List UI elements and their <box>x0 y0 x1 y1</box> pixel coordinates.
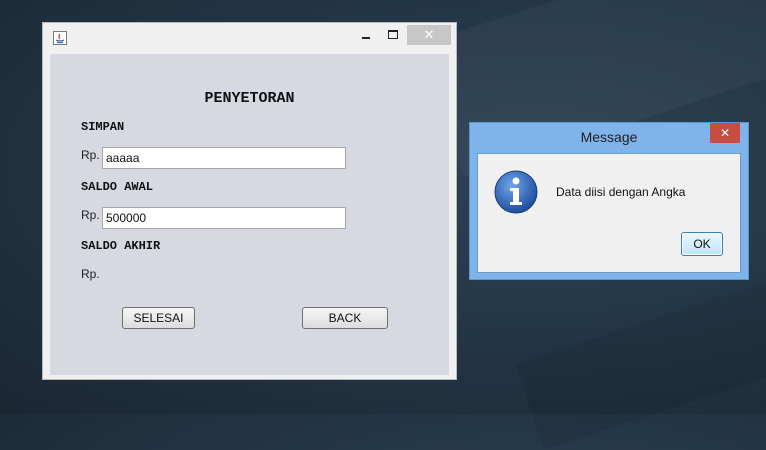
simpan-label: SIMPAN <box>81 120 125 134</box>
maximize-icon <box>388 30 398 39</box>
saldo-awal-input[interactable]: 500000 <box>102 207 346 229</box>
saldo-akhir-currency-label: Rp. <box>81 267 100 281</box>
selesai-button[interactable]: SELESAI <box>122 307 195 329</box>
info-icon <box>494 170 538 214</box>
title-bar[interactable]: ✕ <box>43 23 456 54</box>
dialog-title: Message <box>580 129 638 145</box>
simpan-currency-label: Rp. <box>81 148 100 162</box>
message-dialog: Message ✕ Data diisi dengan Angka OK <box>469 122 749 280</box>
simpan-input[interactable]: aaaaa <box>102 147 346 169</box>
dialog-body: Data diisi dengan Angka OK <box>477 153 741 273</box>
minimize-icon <box>362 37 370 39</box>
close-icon: ✕ <box>719 126 731 140</box>
ok-button[interactable]: OK <box>681 232 723 256</box>
close-button[interactable]: ✕ <box>407 25 451 45</box>
saldo-akhir-label: SALDO AKHIR <box>81 239 161 253</box>
java-app-icon[interactable] <box>53 31 67 45</box>
close-icon: ✕ <box>423 27 435 42</box>
dialog-message: Data diisi dengan Angka <box>556 185 686 199</box>
page-title: PENYETORAN <box>204 90 295 107</box>
minimize-button[interactable] <box>357 25 377 45</box>
penyetoran-window: ✕ PENYETORAN SIMPAN Rp. aaaaa SALDO AWAL… <box>42 22 457 380</box>
maximize-button[interactable] <box>383 25 403 45</box>
saldo-awal-label: SALDO AWAL <box>81 180 154 194</box>
back-button[interactable]: BACK <box>302 307 388 329</box>
form-panel: PENYETORAN SIMPAN Rp. aaaaa SALDO AWAL R… <box>50 54 449 375</box>
saldo-awal-currency-label: Rp. <box>81 208 100 222</box>
dialog-close-button[interactable]: ✕ <box>710 123 740 143</box>
